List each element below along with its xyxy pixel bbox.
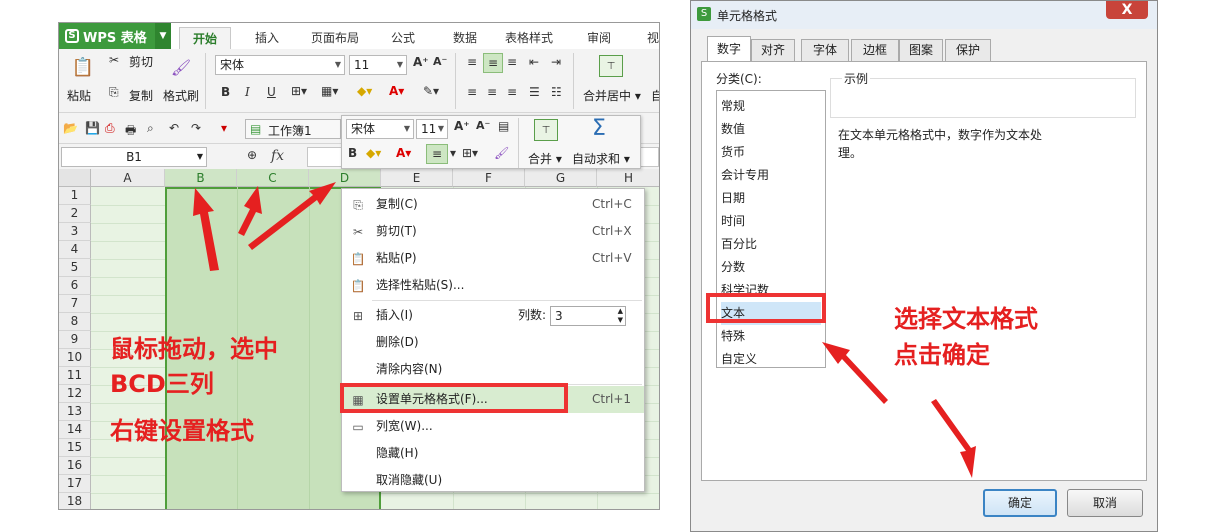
arrow-to-ok-button [931, 399, 976, 478]
arrow-to-text-category [822, 342, 888, 404]
annotation-arrows [193, 182, 976, 478]
arrow-to-col-b [193, 188, 219, 271]
sample-label: 示例 [842, 70, 871, 87]
arrow-to-col-d [248, 182, 336, 250]
arrow-to-col-c [238, 186, 262, 236]
